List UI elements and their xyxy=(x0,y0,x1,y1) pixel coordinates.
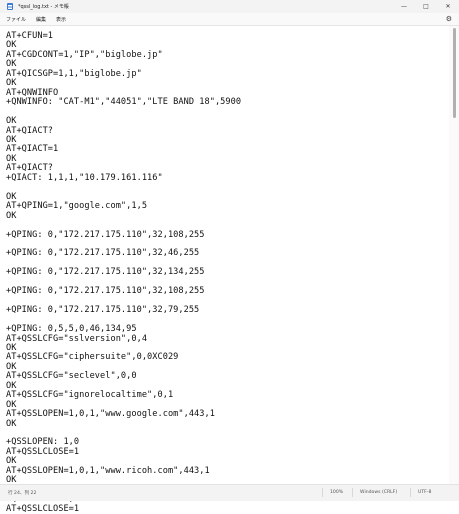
title-bar: *qssl_log.txt - メモ帳 — □ ✕ xyxy=(0,0,459,13)
notepad-app-icon xyxy=(7,3,13,10)
maximize-button[interactable]: □ xyxy=(415,0,437,13)
zoom-level[interactable]: 100% xyxy=(330,490,343,495)
status-divider xyxy=(352,488,353,497)
window-title: *qssl_log.txt - メモ帳 xyxy=(18,4,69,10)
minimize-icon: — xyxy=(401,3,407,10)
status-bar: 行 24、列 22 100% Windows (CRLF) UTF-8 xyxy=(0,484,459,501)
encoding[interactable]: UTF-8 xyxy=(418,490,431,495)
close-button[interactable]: ✕ xyxy=(437,0,459,13)
status-divider xyxy=(410,488,411,497)
minimize-button[interactable]: — xyxy=(393,0,415,13)
maximize-icon: □ xyxy=(423,3,429,10)
gear-icon[interactable]: ⚙ xyxy=(446,15,452,23)
text-editor[interactable]: AT+CFUN=1 OK AT+CGDCONT=1,"IP","biglobe.… xyxy=(0,26,449,513)
menu-view[interactable]: 表示 xyxy=(56,16,66,23)
line-ending[interactable]: Windows (CRLF) xyxy=(360,490,397,495)
cursor-position: 行 24、列 22 xyxy=(8,491,37,496)
menu-bar: ファイル 編集 表示 ⚙ xyxy=(0,13,459,26)
menu-file[interactable]: ファイル xyxy=(6,16,26,23)
status-divider xyxy=(322,488,323,497)
editor-text[interactable]: AT+CFUN=1 OK AT+CGDCONT=1,"IP","biglobe.… xyxy=(6,31,241,514)
close-icon: ✕ xyxy=(445,3,451,10)
menu-edit[interactable]: 編集 xyxy=(36,16,46,23)
scrollbar-thumb[interactable] xyxy=(453,28,456,118)
window-controls: — □ ✕ xyxy=(393,0,459,13)
